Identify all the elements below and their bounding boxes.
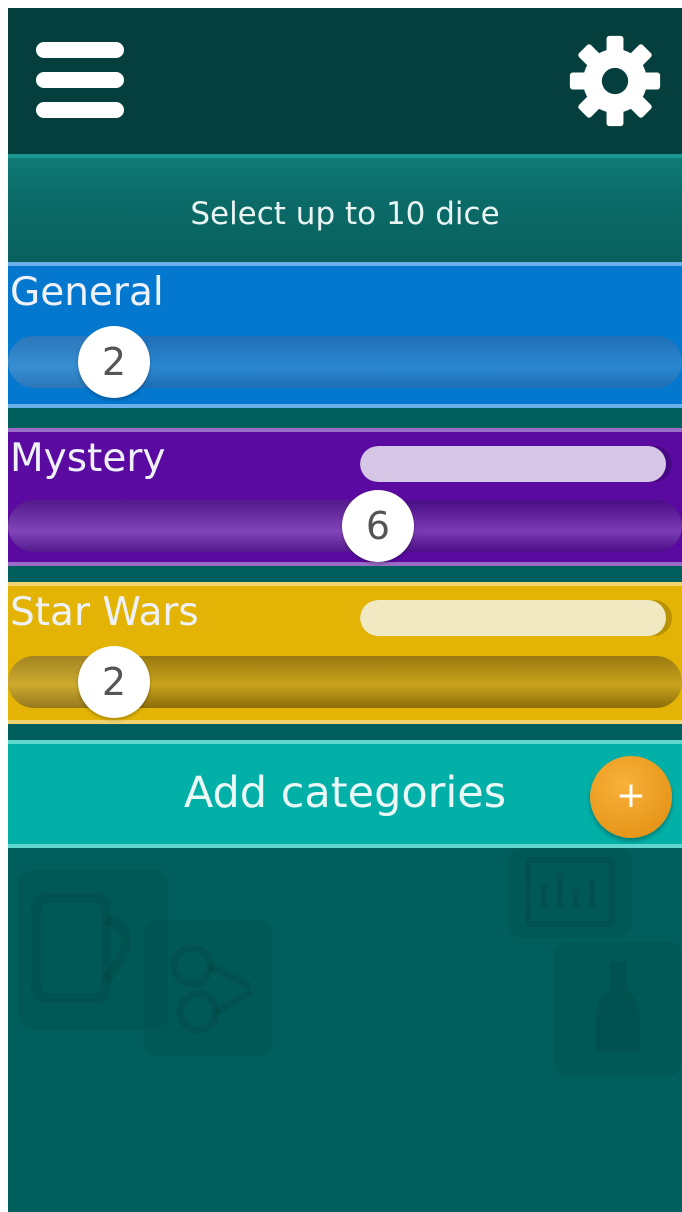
category-name: Star Wars — [10, 590, 199, 635]
dice-count: 2 — [101, 660, 127, 704]
category-star-wars: Star Wars 2 — [8, 582, 682, 724]
dice-count: 2 — [101, 340, 127, 384]
dice-slider-knob[interactable]: 2 — [78, 326, 150, 398]
category-name: Mystery — [10, 436, 166, 481]
dice-count: 6 — [365, 504, 391, 548]
category-progress-fill — [360, 600, 666, 636]
category-progress-bar — [360, 446, 672, 482]
category-general: General 2 — [8, 262, 682, 408]
hamburger-menu-icon[interactable] — [36, 38, 126, 122]
add-categories-bar[interactable]: Add categories + — [8, 740, 682, 848]
background-bottle-icon — [554, 942, 682, 1076]
add-button-glyph: + — [615, 775, 647, 816]
category-mystery: Mystery 6 — [8, 428, 682, 566]
menu-line — [36, 102, 124, 118]
category-name: General — [10, 270, 164, 315]
background-chart-icon — [508, 848, 632, 938]
category-progress-fill — [360, 446, 666, 482]
add-categories-label: Add categories — [183, 768, 507, 818]
menu-line — [36, 72, 124, 88]
background-glasses-icon — [144, 920, 272, 1056]
app-screen: Select up to 10 dice General 2 Mystery 6… — [8, 8, 682, 1212]
category-progress-bar — [360, 600, 672, 636]
top-bar — [8, 8, 682, 154]
dice-slider-knob[interactable]: 2 — [78, 646, 150, 718]
menu-line — [36, 42, 124, 58]
gear-icon[interactable] — [568, 34, 662, 128]
instruction-text: Select up to 10 dice — [190, 196, 500, 232]
plus-icon[interactable]: + — [590, 756, 672, 838]
dice-slider-knob[interactable]: 6 — [342, 490, 414, 562]
instruction-banner: Select up to 10 dice — [8, 154, 682, 266]
